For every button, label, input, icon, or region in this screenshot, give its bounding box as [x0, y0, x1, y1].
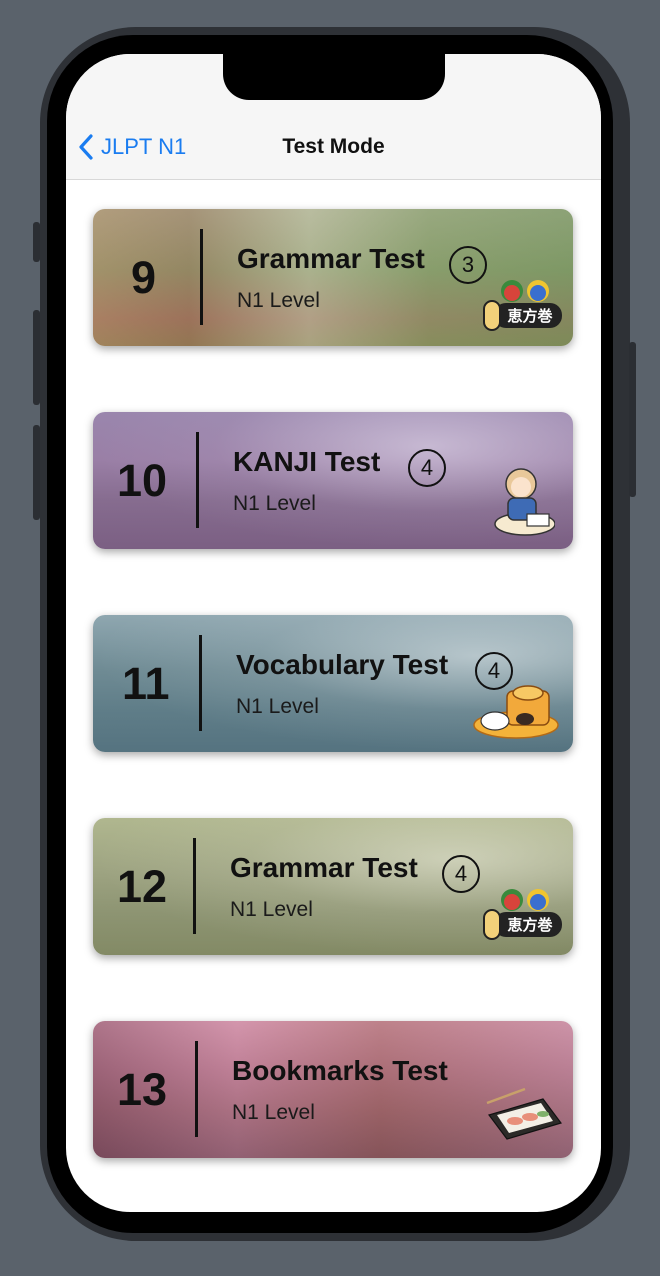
card-title: Grammar Test: [237, 243, 425, 274]
card-divider: [200, 229, 203, 325]
card-title: Grammar Test: [230, 852, 418, 883]
test-card-grammar-3[interactable]: 9 Grammar Test 3 N1 Level 恵方巻: [93, 209, 573, 346]
volume-down-button: [33, 425, 40, 520]
card-divider: [193, 838, 196, 934]
card-number: 9: [131, 252, 157, 303]
card-number: 11: [122, 658, 170, 709]
test-card-bookmarks[interactable]: 13 Bookmarks Test N1 Level: [93, 1021, 573, 1158]
card-level: N1 Level: [230, 898, 313, 921]
ehomaki-icon: 恵方巻: [480, 275, 564, 331]
test-card-grammar-4[interactable]: 12 Grammar Test 4 N1 Level 恵方巻: [93, 818, 573, 955]
sushi-platter-icon: [485, 1085, 563, 1141]
card-number: 13: [117, 1064, 168, 1115]
ehomaki-label: 恵方巻: [507, 916, 552, 934]
page-title: Test Mode: [282, 135, 385, 158]
notch: [223, 54, 445, 100]
card-level: N1 Level: [232, 1101, 315, 1124]
question-count-badge: 4: [442, 855, 480, 893]
power-button: [629, 342, 636, 497]
ehomaki-icon: 恵方巻: [480, 884, 564, 940]
card-level: N1 Level: [237, 289, 320, 312]
card-divider: [195, 1041, 198, 1137]
card-level: N1 Level: [236, 695, 319, 718]
ehomaki-label: 恵方巻: [507, 307, 552, 325]
rabbit-mochi-icon: [473, 681, 559, 739]
card-level: N1 Level: [233, 492, 316, 515]
question-count-badge: 4: [408, 449, 446, 487]
card-title: Vocabulary Test: [236, 649, 449, 680]
card-title: KANJI Test: [233, 446, 381, 477]
card-number: 12: [117, 861, 168, 912]
screen: JLPT N1 Test Mode 9 Grammar Test 3 N1 Le…: [66, 54, 601, 1212]
card-title: Bookmarks Test: [232, 1055, 448, 1086]
test-card-kanji-4[interactable]: 10 KANJI Test 4 N1 Level: [93, 412, 573, 549]
studying-girl-icon: [491, 462, 556, 537]
card-divider: [199, 635, 202, 731]
card-divider: [196, 432, 199, 528]
silent-switch: [33, 222, 40, 262]
test-card-vocabulary-4[interactable]: 11 Vocabulary Test 4 N1 Level: [93, 615, 573, 752]
card-number: 10: [117, 455, 168, 506]
volume-up-button: [33, 310, 40, 405]
